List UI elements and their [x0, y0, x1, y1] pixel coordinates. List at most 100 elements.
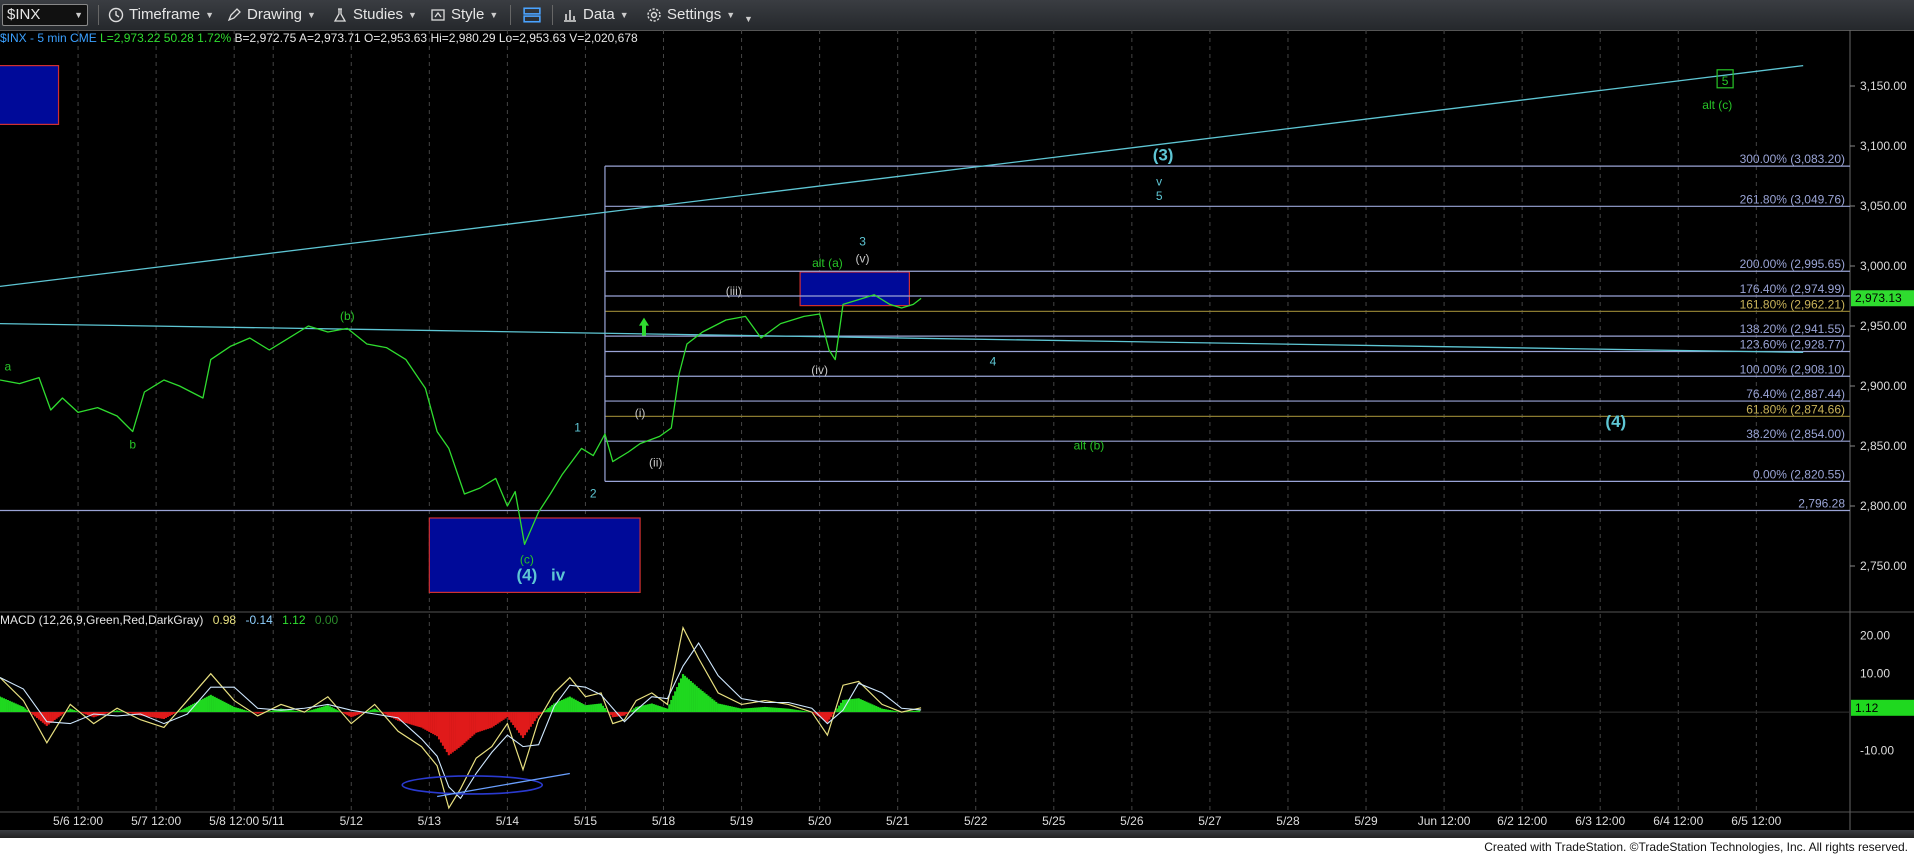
time-tick-label: 6/5 12:00: [1731, 814, 1781, 828]
fib-level-label: 38.20% (2,854.00): [1746, 427, 1845, 441]
price-tick-label: 3,000.00: [1860, 259, 1907, 273]
price-tick-label: 2,750.00: [1860, 559, 1907, 573]
toolbar-separator: [98, 5, 99, 25]
time-tick-label: 5/27: [1198, 814, 1222, 828]
wave-label: v: [1156, 175, 1162, 189]
info-ask: A=2,973.71: [298, 31, 361, 45]
style-icon: [431, 9, 445, 21]
info-change: 50.28: [163, 31, 194, 45]
timeframe-label: Timeframe: [129, 6, 201, 23]
macd-info-bar: MACD (12,26,9,Green,Red,DarkGray) 0.98 -…: [0, 613, 338, 627]
wave-label: 5: [1722, 74, 1729, 88]
wave-label: (4): [517, 565, 538, 584]
chevron-down-icon: ▼: [307, 10, 316, 20]
macd-current-label: 1.12: [1855, 701, 1879, 715]
wave-label: alt (b): [1074, 439, 1105, 453]
up-arrow-icon: [638, 317, 649, 336]
macd-tick-label: -10.00: [1860, 743, 1894, 757]
fib-level-label: 176.40% (2,974.99): [1740, 282, 1845, 296]
wave-label: (v): [856, 251, 870, 265]
wave-label: iv: [551, 565, 566, 584]
price-tick-label: 3,050.00: [1860, 199, 1907, 213]
settings-label: Settings: [667, 6, 722, 23]
clock-icon: [108, 7, 124, 23]
time-tick-label: 5/25: [1042, 814, 1066, 828]
fib-level-label: 76.40% (2,887.44): [1746, 387, 1845, 401]
wave-label: (3): [1153, 145, 1174, 164]
timeframe-menu[interactable]: Timeframe ▼: [108, 4, 214, 26]
fib-level-label: 123.60% (2,928.77): [1740, 337, 1845, 351]
symbol-value: $INX: [7, 6, 41, 23]
data-menu[interactable]: Data ▼: [562, 4, 629, 26]
time-tick-label: 5/8 12:00: [209, 814, 259, 828]
time-tick-label: 5/15: [574, 814, 598, 828]
time-tick-label: Jun 12:00: [1418, 814, 1471, 828]
time-tick-label: 6/2 12:00: [1497, 814, 1547, 828]
wave-label: 4: [990, 355, 997, 369]
fib-level-label: 0.00% (2,820.55): [1753, 467, 1845, 481]
settings-menu[interactable]: Settings ▼: [646, 4, 735, 26]
fib-level-label: 100.00% (2,908.10): [1740, 362, 1845, 376]
symbol-info-bar: $INX - 5 min CME L=2,973.22 50.28 1.72% …: [0, 31, 638, 45]
time-tick-label: 5/13: [418, 814, 442, 828]
chevron-down-icon: ▼: [726, 10, 736, 20]
wave-label: 1: [574, 421, 581, 435]
time-tick-label: 5/18: [652, 814, 676, 828]
toolbar-separator: [510, 5, 511, 25]
symbol-selector[interactable]: $INX ▼: [2, 4, 88, 26]
macd-tick-label: 20.00: [1860, 628, 1890, 642]
price-tick-label: 3,150.00: [1860, 79, 1907, 93]
time-tick-label: 5/19: [730, 814, 754, 828]
upper-trendline: [0, 64, 1804, 288]
time-tick-label: 5/11: [262, 814, 285, 828]
bar-chart-icon: [564, 10, 576, 22]
horizontal-scrollbar[interactable]: [0, 830, 1914, 838]
toolbar-overflow-icon[interactable]: ▼: [744, 8, 753, 30]
style-menu[interactable]: Style ▼: [430, 4, 498, 26]
wave-label: alt (a): [812, 256, 843, 270]
price-tick-label: 2,900.00: [1860, 379, 1907, 393]
time-tick-label: 5/12: [340, 814, 364, 828]
wave-label: (iv): [811, 363, 828, 377]
info-exchange: CME: [70, 31, 97, 45]
time-tick-label: 6/4 12:00: [1653, 814, 1703, 828]
info-bid: B=2,972.75: [234, 31, 297, 45]
drawing-label: Drawing: [247, 6, 303, 23]
time-tick-label: 5/14: [496, 814, 520, 828]
time-tick-label: 5/21: [886, 814, 910, 828]
price-tick-label: 2,850.00: [1860, 439, 1907, 453]
chevron-down-icon: ▼: [74, 10, 83, 20]
info-volume: V=2,020,678: [569, 31, 638, 45]
drawing-menu[interactable]: Drawing ▼: [226, 4, 316, 26]
time-tick-label: 5/22: [964, 814, 988, 828]
time-tick-label: 5/6 12:00: [53, 814, 103, 828]
macd-value-4: 0.00: [314, 613, 339, 627]
price-line: [0, 294, 922, 546]
info-change-pct: 1.72%: [197, 31, 232, 45]
time-tick-label: 6/3 12:00: [1575, 814, 1625, 828]
data-label: Data: [583, 6, 615, 23]
macd-value-2: -0.14: [245, 613, 273, 627]
price-chart[interactable]: 300.00% (3,083.20) 261.80% (3,049.76) 200.…: [0, 30, 1914, 838]
target-zone-box: [0, 64, 60, 125]
current-price-label: 2,973.13: [1855, 291, 1902, 305]
studies-menu[interactable]: Studies ▼: [332, 4, 417, 26]
chevron-down-icon: ▼: [408, 10, 417, 20]
fib-level-label: 300.00% (3,083.20): [1740, 152, 1845, 166]
layout-button[interactable]: [522, 4, 542, 26]
wave-label: 2: [590, 487, 597, 501]
wave-label: alt (c): [1702, 98, 1732, 112]
price-tick-label: 2,800.00: [1860, 499, 1907, 513]
time-tick-label: 5/20: [808, 814, 832, 828]
footer: Created with TradeStation. ©TradeStation…: [0, 838, 1914, 856]
wave-label: (iii): [726, 284, 742, 298]
wave-label: (i): [635, 406, 646, 420]
time-tick-label: 5/29: [1354, 814, 1378, 828]
chevron-down-icon: ▼: [619, 10, 629, 20]
toolbar: $INX ▼ Timeframe ▼ Drawing ▼ Studies ▼ S…: [0, 0, 1914, 31]
studies-label: Studies: [353, 6, 404, 23]
info-symbol: $INX - 5 min: [0, 31, 67, 45]
wave-label: 5: [1156, 189, 1163, 203]
fib-level-label: 2,796.28: [1798, 496, 1845, 510]
macd-value-3: 1.12: [282, 613, 306, 627]
